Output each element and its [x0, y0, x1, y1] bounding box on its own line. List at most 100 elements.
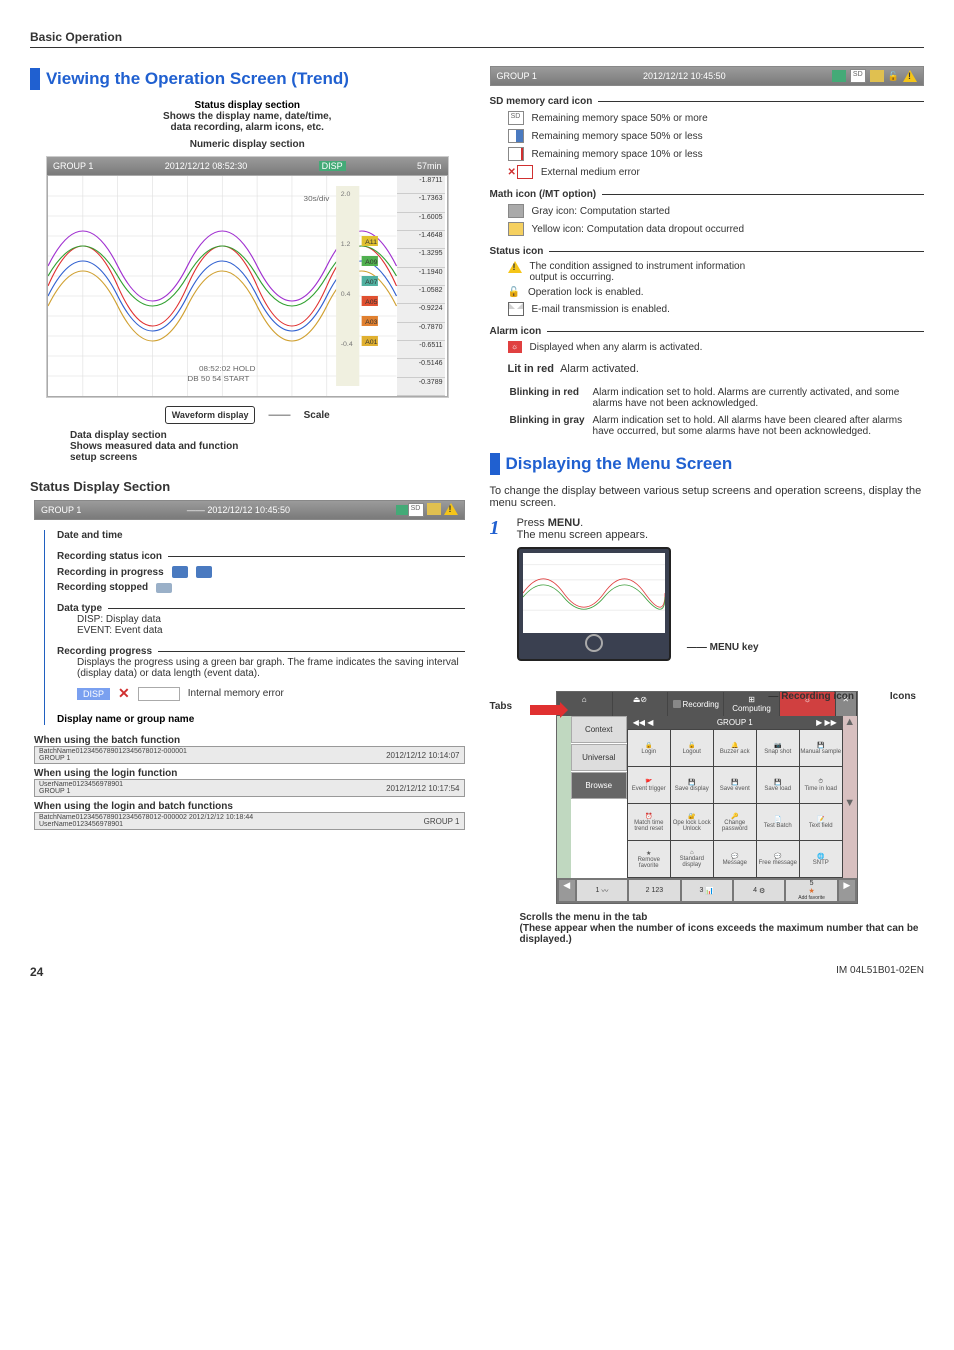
heading-viewing-trend: Viewing the Operation Screen (Trend)	[46, 69, 349, 89]
mail-icon	[508, 302, 524, 316]
page-number: 24	[30, 965, 43, 979]
mini-group: GROUP 1	[41, 505, 81, 515]
trend-value: -1.3295	[397, 249, 445, 267]
annot-datetime: Date and time	[57, 530, 465, 541]
left-column: Viewing the Operation Screen (Trend) Sta…	[30, 58, 465, 945]
batch-bar-3: BatchName0123456789012345678012-000002 2…	[34, 812, 465, 830]
tab-eject[interactable]: ⏏⊘	[613, 692, 669, 716]
trend-datetime: 2012/12/12 08:52:30	[165, 161, 248, 171]
tab-recording[interactable]: Recording	[668, 692, 724, 716]
menu-icon-grid: 🔒Login 🔓Logout 🔔Buzzer ack 📷Snap shot 💾M…	[627, 729, 843, 878]
scroll-annot-1: Scrolls the menu in the tab	[520, 912, 925, 923]
math-yellow: Yellow icon: Computation data dropout oc…	[532, 224, 745, 235]
trend-group: GROUP 1	[53, 161, 93, 171]
trend-value: -0.9224	[397, 304, 445, 322]
bottom-scroll-right[interactable]: ▶	[839, 880, 855, 901]
left-tab-browse[interactable]: Browse	[571, 772, 627, 799]
warn-icon	[444, 503, 458, 515]
bottom-slot-4[interactable]: 4 ⚙	[734, 880, 784, 901]
status-cond2: output is occurring.	[530, 272, 615, 283]
annot-status-title: Status display section	[30, 100, 465, 111]
step1-menu: MENU	[548, 517, 580, 529]
trend-disp-badge: DISP	[319, 161, 346, 171]
trend-value: -1.8711	[397, 176, 445, 194]
alarm-lit-desc: Alarm activated.	[560, 363, 639, 375]
annot-rec-progress: Recording in progress	[57, 567, 164, 578]
sd-error-icon: ✕	[508, 165, 533, 179]
menu-icon-textfield[interactable]: 📝Text field	[800, 804, 842, 840]
annot-data-desc1: Shows measured data and function	[70, 441, 465, 452]
menu-icon-login[interactable]: 🔒Login	[628, 730, 670, 766]
warn-icon	[508, 261, 522, 273]
bottom-scroll-left[interactable]: ◀	[559, 880, 575, 901]
annot-status-desc1: Shows the display name, date/time,	[30, 111, 465, 122]
svg-text:08:52:02 HOLD: 08:52:02 HOLD	[199, 365, 256, 373]
trend-value: -1.7363	[397, 194, 445, 212]
icons-label: Icons	[890, 691, 916, 702]
bottom-slot-1[interactable]: 1 〰	[577, 880, 627, 901]
menu-icon-changepw[interactable]: 🔑Change password	[714, 804, 756, 840]
data-type-disp: DISP: Display data	[77, 614, 465, 625]
status-cond1: The condition assigned to instrument inf…	[530, 261, 746, 272]
menu-icon-opelock[interactable]: 🔐Ope lock Lock Unlock	[671, 804, 713, 840]
step1-result: The menu screen appears.	[517, 529, 924, 541]
scroll-down[interactable]: ▼	[843, 797, 857, 878]
menu-icon-message[interactable]: 💬Message	[714, 841, 756, 877]
left-tab-context[interactable]: Context	[571, 716, 627, 743]
sd-10less-icon	[508, 147, 524, 161]
scroll-up[interactable]: ▲	[843, 716, 857, 797]
menu-icon-stddisplay[interactable]: ⌂Standard display	[671, 841, 713, 877]
trend-value: -1.0582	[397, 286, 445, 304]
menu-icon-eventtrigger[interactable]: 🚩Event trigger	[628, 767, 670, 803]
step1-text-a: Press	[517, 517, 548, 529]
blue-marker-icon	[30, 68, 40, 90]
math-gray-icon	[508, 204, 524, 218]
menu-key-button[interactable]	[585, 634, 603, 652]
alarm-desc: Displayed when any alarm is activated.	[530, 342, 703, 353]
menu-icon-logout[interactable]: 🔓Logout	[671, 730, 713, 766]
bottom-slot-5[interactable]: 5★Add favorite	[786, 880, 836, 901]
bottom-slot-3[interactable]: 3 📊	[682, 880, 732, 901]
annot-status-desc2: data recording, alarm icons, etc.	[30, 122, 465, 133]
menu-key-label: MENU key	[710, 642, 759, 653]
batch-bar-1: BatchName0123456789012345678012-000001GR…	[34, 746, 465, 764]
annot-data-type: Data type	[57, 603, 102, 614]
menu-icon-removefav[interactable]: ★Remove favorite	[628, 841, 670, 877]
svg-text:A11: A11	[365, 239, 377, 245]
blue-marker-icon	[490, 453, 500, 475]
alarm-blink-red-label: Blinking in red	[510, 385, 591, 411]
svg-text:A05: A05	[365, 299, 378, 305]
math-status-icon	[870, 70, 884, 82]
menu-icon-sntp[interactable]: 🌐SNTP	[800, 841, 842, 877]
heading-menu-screen: Displaying the Menu Screen	[506, 454, 733, 474]
scroll-annot-2: (These appear when the number of icons e…	[520, 923, 925, 945]
disp-badge: DISP	[77, 688, 110, 700]
red-arrow-icon	[530, 705, 560, 715]
svg-text:0.4: 0.4	[341, 291, 351, 297]
bottom-slot-2[interactable]: 2 123	[629, 880, 679, 901]
menu-icon-saveevent[interactable]: 💾Save event	[714, 767, 756, 803]
callout-waveform: Waveform display	[165, 406, 256, 424]
svg-text:-0.4: -0.4	[341, 341, 353, 347]
trend-period: 57min	[417, 161, 442, 171]
menu-icon-snapshot[interactable]: 📷Snap shot	[757, 730, 799, 766]
menu-icon-saveload[interactable]: 💾Save load	[757, 767, 799, 803]
data-type-event: EVENT: Event data	[77, 625, 465, 636]
menu-icon-matchtime[interactable]: ⏰Match time trend reset	[628, 804, 670, 840]
menu-icon-timeinload[interactable]: ⏱Time in load	[800, 767, 842, 803]
batch-title-2: When using the login function	[34, 768, 465, 779]
sd-50plus: Remaining memory space 50% or more	[532, 113, 708, 124]
menu-icon-testbatch[interactable]: 📄Test Batch	[757, 804, 799, 840]
menu-icon-buzzer[interactable]: 🔔Buzzer ack	[714, 730, 756, 766]
menu-icon-savedisplay[interactable]: 💾Save display	[671, 767, 713, 803]
doc-id: IM 04L51B01-02EN	[836, 965, 924, 979]
menu-icon-manualsample[interactable]: 💾Manual sample	[800, 730, 842, 766]
sd-heading: SD memory card icon	[490, 96, 593, 107]
annot-rec-prog-title: Recording progress	[57, 646, 152, 657]
left-tab-universal[interactable]: Universal	[571, 744, 627, 771]
heading-status-display-section: Status Display Section	[30, 479, 465, 494]
annot-display-name: Display name or group name	[57, 714, 465, 725]
r-status-group: GROUP 1	[497, 71, 537, 81]
annot-rec-stopped: Recording stopped	[57, 582, 148, 593]
menu-icon-freemsg[interactable]: 💬Free message	[757, 841, 799, 877]
